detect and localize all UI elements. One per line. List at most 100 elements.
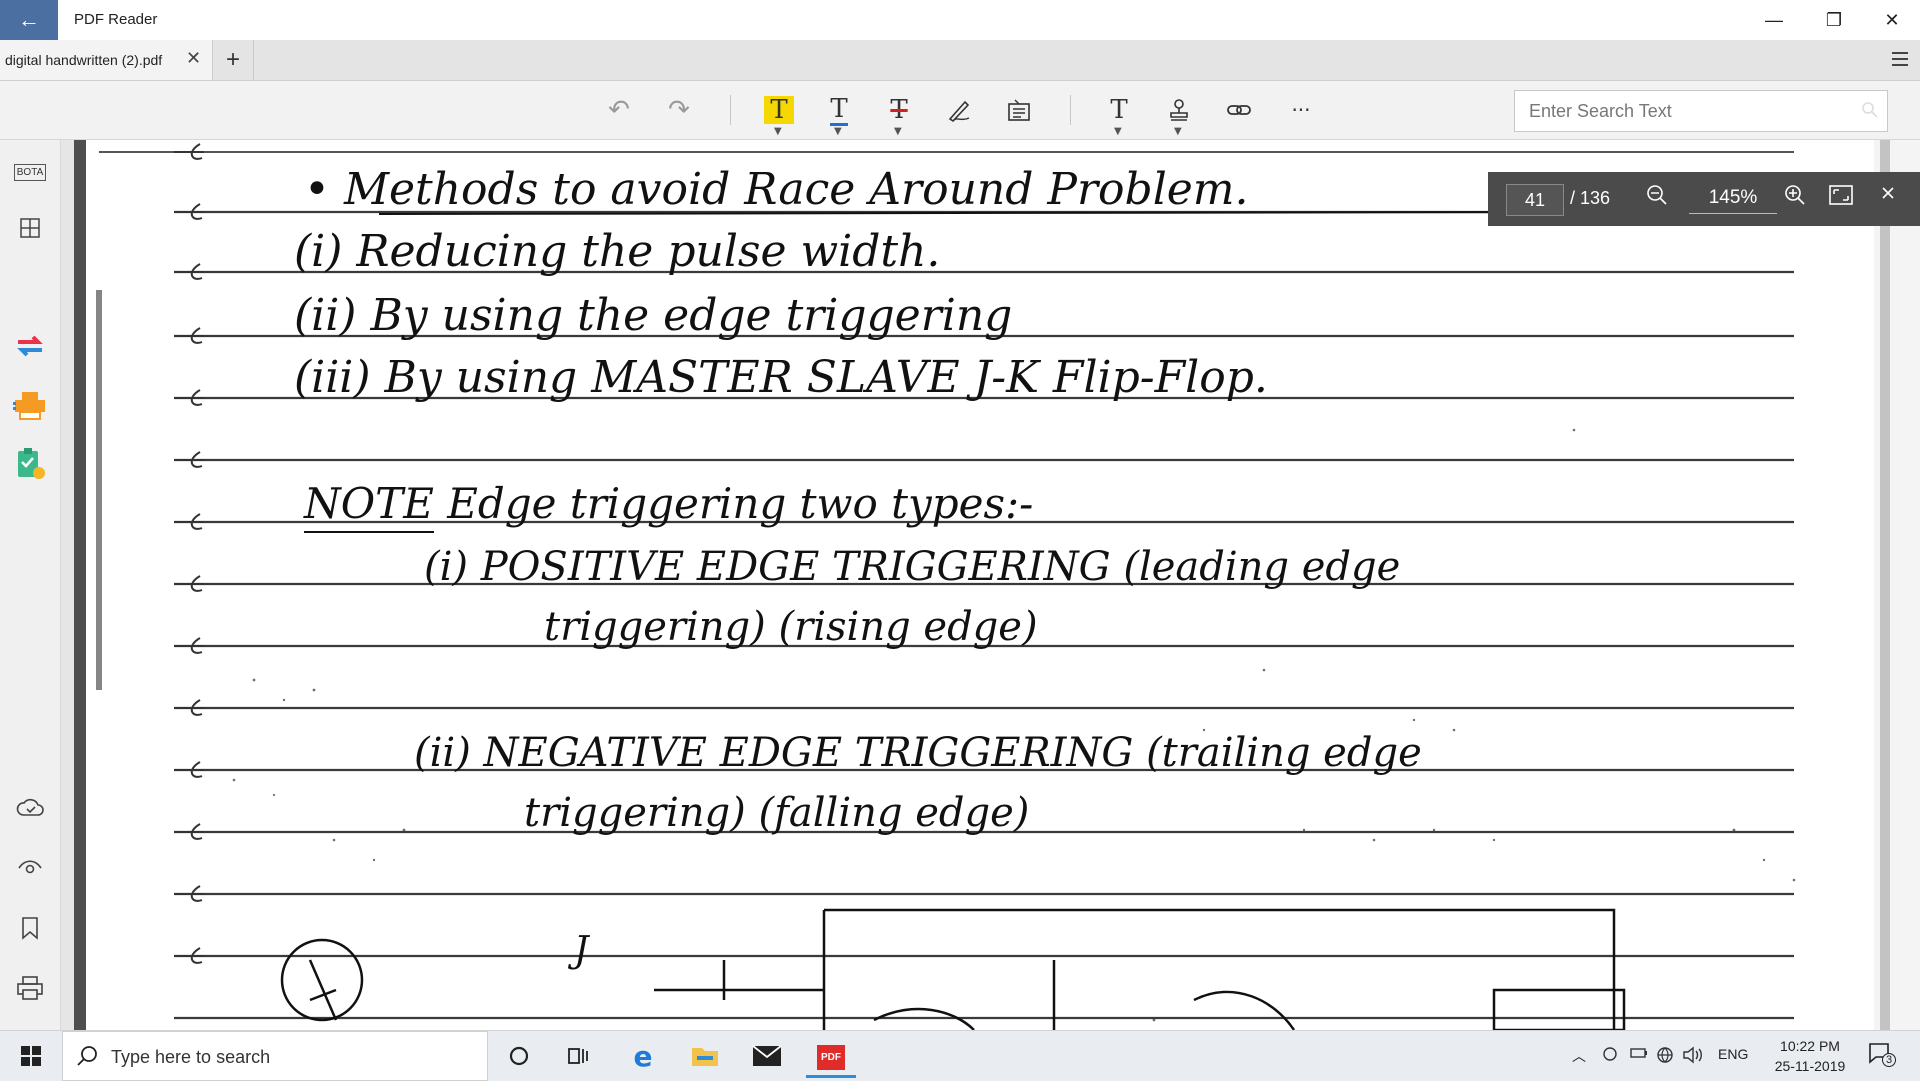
handwritten-line: (ii) NEGATIVE EDGE TRIGGERING (trailing … [414, 730, 1422, 776]
undo-icon: ↶ [608, 95, 630, 125]
pen-button[interactable] [940, 91, 978, 129]
tasks-button[interactable] [10, 444, 50, 484]
clock-date: 25-11-2019 [1774, 1058, 1846, 1074]
chevron-down-icon[interactable]: ▼ [774, 126, 782, 137]
grid-icon [20, 218, 40, 238]
note-icon [1008, 99, 1030, 121]
text-button[interactable]: T ▼ [1100, 91, 1138, 137]
fax-icon [13, 392, 45, 420]
handwritten-line: (i) POSITIVE EDGE TRIGGERING (leading ed… [424, 544, 1400, 590]
file-explorer-icon[interactable] [682, 1039, 728, 1073]
zoom-level[interactable]: 145% [1689, 187, 1777, 214]
chevron-down-icon[interactable]: ▼ [834, 126, 842, 137]
page-navigation-bar: 41 / 136 145% [1488, 172, 1920, 226]
highlight-button[interactable]: T ▼ [760, 91, 798, 137]
close-button[interactable]: ✕ [1864, 0, 1920, 40]
chevron-down-icon[interactable]: ▼ [1114, 126, 1122, 137]
cloud-icon [16, 798, 44, 816]
fullscreen-icon[interactable] [1828, 184, 1854, 212]
highlight-icon: T [764, 96, 794, 124]
fax-button[interactable] [10, 386, 50, 426]
clock[interactable]: 10:22 PM 25-11-2019 [1760, 1036, 1860, 1076]
handwritten-line: (i) Reducing the pulse width. [294, 226, 940, 277]
strikethrough-button[interactable]: T ▼ [880, 91, 918, 137]
handwritten-line: • Methods to avoid Race Around Problem. [304, 164, 1249, 215]
menu-icon[interactable] [1890, 50, 1910, 73]
bota-icon: BOTA [13, 163, 47, 181]
pen-icon [948, 100, 970, 123]
zoom-out-icon[interactable] [1646, 184, 1668, 212]
underline-button[interactable]: T ▼ [820, 91, 858, 137]
clipboard-check-icon [18, 448, 45, 479]
document-tab[interactable]: digital handwritten (2).pdf ✕ [0, 40, 213, 80]
back-button[interactable]: ← [0, 0, 58, 40]
eye-icon [18, 860, 42, 874]
taskbar-search-placeholder: Type here to search [111, 1047, 271, 1067]
notifications-icon[interactable]: 3 [1868, 1041, 1897, 1070]
zoom-in-icon[interactable] [1784, 184, 1806, 212]
thumbnails-button[interactable] [10, 208, 50, 248]
handwritten-line: NOTE Edge triggering two types:- [303, 479, 1033, 528]
pdf-icon: PDF [817, 1044, 845, 1070]
page-number-input[interactable]: 41 [1506, 184, 1564, 216]
search-input[interactable]: Enter Search Text [1514, 90, 1888, 132]
more-icon: ··· [1291, 98, 1311, 122]
strikethrough-icon: T [890, 95, 908, 125]
left-sidebar: BOTA [0, 140, 61, 1030]
link-button[interactable] [1220, 91, 1258, 129]
app-title: PDF Reader [74, 11, 158, 28]
bookmark-button[interactable] [10, 908, 50, 948]
toolbar-divider [1070, 95, 1071, 125]
cloud-button[interactable] [10, 788, 50, 828]
taskbar: Type here to search e PDF ︿ ENG 10:22 PM… [0, 1030, 1920, 1081]
convert-button[interactable] [10, 326, 50, 366]
network-share-icon[interactable] [1600, 1046, 1620, 1065]
pdf-reader-taskbar-icon[interactable]: PDF [806, 1039, 856, 1078]
notebook-page: • Methods to avoid Race Around Problem. … [74, 140, 1920, 1030]
new-tab-button[interactable]: + [226, 46, 240, 74]
text-icon: T [1110, 95, 1128, 125]
document-page[interactable]: • Methods to avoid Race Around Problem. … [74, 140, 1920, 1030]
search-icon[interactable] [1861, 101, 1879, 124]
tab-label: digital handwritten (2).pdf [5, 52, 163, 68]
bota-button[interactable]: BOTA [10, 152, 50, 192]
undo-button[interactable]: ↶ [600, 91, 638, 129]
volume-icon[interactable] [1682, 1046, 1704, 1067]
notification-count: 3 [1882, 1053, 1897, 1067]
view-button[interactable] [10, 848, 50, 888]
redo-button[interactable]: ↷ [660, 91, 698, 129]
chevron-down-icon[interactable]: ▼ [894, 126, 902, 137]
close-nav-icon[interactable] [1880, 184, 1896, 207]
link-icon [1227, 105, 1251, 115]
minimize-button[interactable]: — [1746, 0, 1802, 40]
clock-time: 10:22 PM [1780, 1038, 1840, 1054]
convert-icon [17, 335, 43, 357]
taskbar-search[interactable]: Type here to search [62, 1031, 488, 1081]
bookmark-icon [22, 917, 38, 940]
maximize-button[interactable]: ❐ [1806, 0, 1862, 40]
battery-icon[interactable] [1630, 1046, 1648, 1063]
search-placeholder: Enter Search Text [1529, 101, 1672, 121]
task-view-icon[interactable] [556, 1039, 602, 1073]
chevron-down-icon[interactable]: ▼ [1174, 126, 1182, 137]
language-indicator[interactable]: ENG [1718, 1046, 1748, 1062]
handwritten-line: (ii) By using the edge triggering [294, 290, 1012, 341]
more-button[interactable]: ··· [1282, 91, 1320, 129]
handwritten-line: triggering) (rising edge) [544, 604, 1038, 650]
edge-browser-icon[interactable]: e [620, 1039, 666, 1073]
globe-icon[interactable] [1656, 1046, 1674, 1067]
mail-icon[interactable] [744, 1039, 790, 1073]
windows-start-icon[interactable] [8, 1039, 54, 1073]
chevron-up-icon[interactable]: ︿ [1572, 1046, 1586, 1066]
stamp-button[interactable]: ▼ [1160, 91, 1198, 137]
search-icon [77, 1045, 99, 1072]
underline-icon: T [830, 93, 848, 126]
note-button[interactable] [1000, 91, 1038, 129]
cortana-icon[interactable] [496, 1039, 542, 1073]
redo-icon: ↷ [668, 95, 690, 125]
stamp-icon [1170, 99, 1188, 121]
print-button[interactable] [10, 968, 50, 1008]
tab-close-icon[interactable]: ✕ [186, 48, 201, 69]
total-pages: / 136 [1570, 188, 1611, 208]
printer-icon [17, 976, 43, 1000]
